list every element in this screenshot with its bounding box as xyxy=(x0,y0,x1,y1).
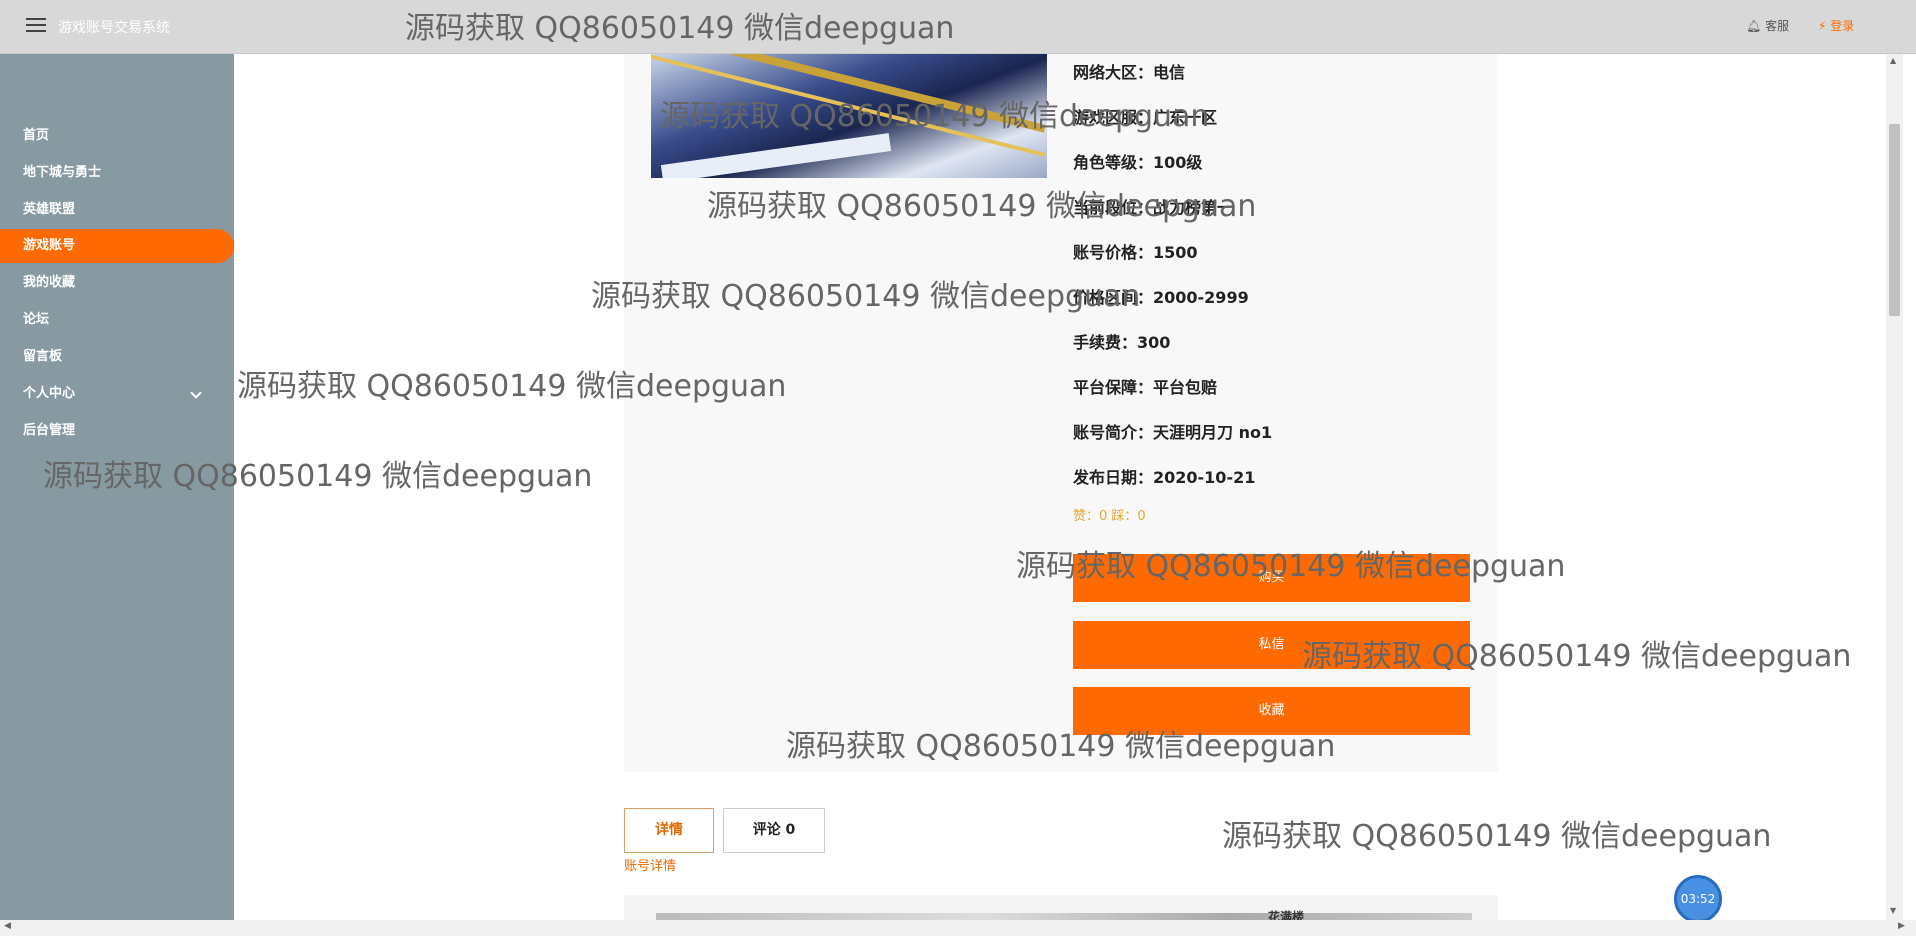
info-current-rank: 当前段位：战力榜第一 xyxy=(1073,198,1234,217)
sidebar-item-game-accounts[interactable]: 游戏账号 xyxy=(0,229,234,263)
sidebar-item-label: 个人中心 xyxy=(23,386,76,401)
sidebar-item-lol[interactable]: 英雄联盟 xyxy=(0,193,234,227)
app-title: 游戏账号交易系统 xyxy=(58,20,170,36)
hamburger-menu-icon[interactable] xyxy=(26,18,46,34)
info-network-region: 网络大区：电信 xyxy=(1073,63,1186,82)
info-game-server: 游戏区服：广东一区 xyxy=(1073,108,1218,127)
bell-icon: 🔔︎ xyxy=(1746,19,1762,33)
sidebar-item-message-board[interactable]: 留言板 xyxy=(0,340,234,374)
scroll-left-arrow-icon[interactable]: ◀ xyxy=(4,921,11,931)
customer-service-link[interactable]: 🔔︎ 客服 xyxy=(1746,17,1789,34)
vertical-scrollbar[interactable]: ▲ ▼ xyxy=(1886,54,1903,920)
account-cover-image xyxy=(651,54,1047,178)
buy-button[interactable]: 购买 xyxy=(1073,554,1470,602)
sidebar: 首页 地下城与勇士 英雄联盟 游戏账号 我的收藏 论坛 留言板 个人中心 后台管… xyxy=(0,54,234,920)
lightning-icon: ⚡︎ xyxy=(1818,19,1827,33)
scroll-up-arrow-icon[interactable]: ▲ xyxy=(1890,56,1896,65)
top-navbar: 游戏账号交易系统 🔔︎ 客服 ⚡︎ 登录 xyxy=(0,0,1916,54)
scroll-down-arrow-icon[interactable]: ▼ xyxy=(1890,906,1896,915)
detail-image-strip xyxy=(656,913,1472,920)
sidebar-item-forum[interactable]: 论坛 xyxy=(0,303,234,337)
sidebar-item-dnf[interactable]: 地下城与勇士 xyxy=(0,156,234,190)
login-label: 登录 xyxy=(1830,19,1855,33)
info-service-fee: 手续费：300 xyxy=(1073,333,1171,352)
scroll-right-arrow-icon[interactable]: ▶ xyxy=(1898,921,1905,931)
likes-dislikes-count[interactable]: 赞：0 踩：0 xyxy=(1073,505,1146,524)
timer-badge[interactable]: 03:52 xyxy=(1674,875,1722,923)
sidebar-item-home[interactable]: 首页 xyxy=(0,119,234,153)
tab-detail[interactable]: 详情 xyxy=(624,808,714,853)
private-message-button[interactable]: 私信 xyxy=(1073,621,1470,669)
customer-service-label: 客服 xyxy=(1765,19,1790,33)
account-detail-section-label: 账号详情 xyxy=(624,859,677,874)
tab-comments[interactable]: 评论 0 xyxy=(723,808,825,853)
favorite-button[interactable]: 收藏 xyxy=(1073,687,1470,735)
watermark-text: 源码获取 QQ86050149 微信deepguan xyxy=(1222,819,1772,854)
info-character-level: 角色等级：100级 xyxy=(1073,153,1203,172)
login-link[interactable]: ⚡︎ 登录 xyxy=(1818,17,1854,34)
info-price-range: 价格区间：2000-2999 xyxy=(1073,288,1249,307)
info-publish-date: 发布日期：2020-10-21 xyxy=(1073,468,1256,487)
horizontal-scrollbar[interactable]: ◀ ▶ xyxy=(0,920,1916,936)
sidebar-item-admin[interactable]: 后台管理 xyxy=(0,414,234,448)
info-account-price: 账号价格：1500 xyxy=(1073,243,1198,262)
info-platform-guarantee: 平台保障：平台包赔 xyxy=(1073,378,1218,397)
scroll-thumb[interactable] xyxy=(1889,124,1900,316)
sidebar-item-favorites[interactable]: 我的收藏 xyxy=(0,266,234,300)
chevron-down-icon xyxy=(190,387,202,399)
info-account-intro: 账号简介：天涯明月刀 no1 xyxy=(1073,423,1273,442)
sidebar-item-personal-center[interactable]: 个人中心 xyxy=(0,377,234,411)
